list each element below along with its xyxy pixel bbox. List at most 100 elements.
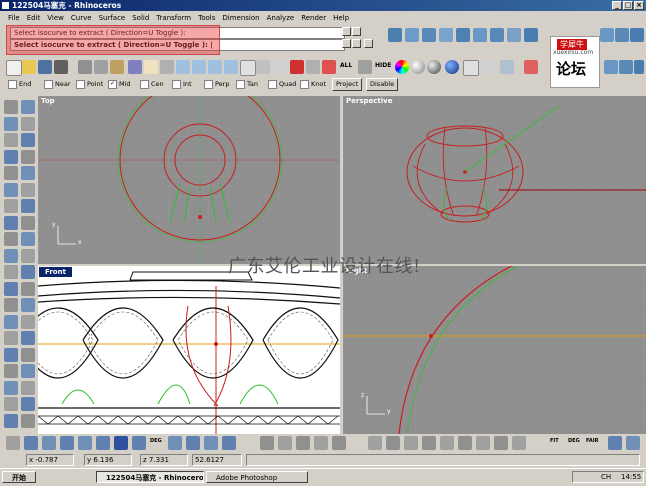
toolbox-tool-22-icon[interactable] <box>21 265 35 279</box>
osnap-int-checkbox[interactable] <box>172 79 181 89</box>
box-icon[interactable] <box>600 28 614 42</box>
toolbox-tool-15-icon[interactable] <box>4 215 18 230</box>
bottom-tool-20-icon[interactable] <box>404 436 418 450</box>
bottom-tool-8-icon[interactable] <box>132 436 146 450</box>
menu-solid[interactable]: Solid <box>132 14 149 22</box>
bottom-tool-15-icon[interactable] <box>296 436 310 450</box>
menu-transform[interactable]: Transform <box>156 14 191 22</box>
viewport-right[interactable]: Right z y <box>343 266 646 434</box>
toolbox-tool-37-icon[interactable] <box>4 397 18 411</box>
zoom-window-icon[interactable] <box>192 60 206 74</box>
properties-icon[interactable] <box>463 60 479 76</box>
toolbox-tool-11-icon[interactable] <box>4 182 18 197</box>
bottom-tool-5-icon[interactable] <box>78 436 92 450</box>
prompt-expand-button[interactable] <box>364 39 373 48</box>
toolbox-tool-24-icon[interactable] <box>21 281 35 296</box>
toolbox-tool-40-icon[interactable] <box>21 413 35 428</box>
network-srf-icon[interactable] <box>473 28 487 42</box>
undo-icon[interactable] <box>128 60 142 74</box>
grid-icon[interactable] <box>272 60 286 74</box>
menu-file[interactable]: File <box>8 14 20 22</box>
osnap-tan[interactable]: Tan <box>236 78 258 90</box>
bottom-tool-6-icon[interactable] <box>96 436 110 450</box>
patch-icon[interactable] <box>490 28 504 42</box>
new-file-icon[interactable] <box>6 60 22 76</box>
osnap-mid-checkbox[interactable]: ✓ <box>108 79 117 89</box>
toolbox-tool-36-icon[interactable] <box>21 380 35 395</box>
sphere-icon[interactable] <box>615 28 629 42</box>
viewport-perspective[interactable]: Perspective <box>343 96 646 264</box>
viewport-top-title[interactable]: Top <box>41 97 55 105</box>
osnap-end-checkbox[interactable] <box>8 79 17 89</box>
surface-tool-icon[interactable] <box>388 28 402 42</box>
bottom-tool-19-icon[interactable] <box>386 436 400 450</box>
close-button[interactable]: × <box>634 1 644 10</box>
toolbox-tool-23-icon[interactable] <box>4 281 18 296</box>
toolbox-tool-13-icon[interactable] <box>4 199 18 213</box>
project-button[interactable]: Project <box>332 78 363 91</box>
bottom-tool-9-icon[interactable] <box>168 436 182 450</box>
menu-tools[interactable]: Tools <box>198 14 215 22</box>
toolbox-tool-19-icon[interactable] <box>4 248 18 263</box>
print-icon[interactable] <box>54 60 68 74</box>
car-select-icon[interactable] <box>290 60 304 74</box>
osnap-cen[interactable]: Cen <box>140 78 164 90</box>
hide-label[interactable]: HIDE <box>375 62 391 69</box>
input-language[interactable]: CH <box>601 472 611 483</box>
toolbox-tool-17-icon[interactable] <box>4 232 18 246</box>
toolbox-tool-18-icon[interactable] <box>21 232 35 246</box>
extrude-icon[interactable] <box>456 28 470 42</box>
bottom-tool-14-icon[interactable] <box>278 436 292 450</box>
menu-edit[interactable]: Edit <box>27 14 41 22</box>
toolbox-tool-38-icon[interactable] <box>21 397 35 411</box>
toolbox-tool-3-icon[interactable] <box>4 116 18 131</box>
bottom-tool-13-icon[interactable] <box>260 436 274 450</box>
osnap-knot[interactable]: Knot <box>300 78 326 90</box>
osnap-int[interactable]: Int <box>172 78 192 90</box>
bottom-tool-1-icon[interactable] <box>6 436 20 450</box>
toolbox-tool-20-icon[interactable] <box>21 248 35 263</box>
toolbox-tool-28-icon[interactable] <box>21 314 35 329</box>
prompt-scroll-up-button[interactable] <box>342 39 351 48</box>
color-wheel-icon[interactable] <box>395 60 409 74</box>
dim-icon[interactable] <box>604 60 618 74</box>
osnap-point-checkbox[interactable] <box>76 79 85 89</box>
fair-label[interactable]: FAIR <box>586 438 598 444</box>
menu-dimension[interactable]: Dimension <box>222 14 259 22</box>
toolbox-tool-16-icon[interactable] <box>21 215 35 230</box>
bottom-tool-21-icon[interactable] <box>422 436 436 450</box>
bottom-tool-16-icon[interactable] <box>314 436 328 450</box>
toolbox-tool-25-icon[interactable] <box>4 298 18 312</box>
toolbox-tool-33-icon[interactable] <box>4 364 18 378</box>
osnap-cen-checkbox[interactable] <box>140 79 149 89</box>
deg-label-1[interactable]: DEG <box>150 438 162 444</box>
toolbox-tool-26-icon[interactable] <box>21 298 35 312</box>
zoom-extents-icon[interactable] <box>208 60 222 74</box>
bottom-tool-7-icon[interactable] <box>114 436 128 450</box>
bottom-tool-24-icon[interactable] <box>476 436 490 450</box>
start-button[interactable]: 开始 <box>2 471 36 483</box>
task-photoshop[interactable]: Adobe Photoshop <box>206 471 308 483</box>
cylinder-icon[interactable] <box>630 28 644 42</box>
toolbox-tool-8-icon[interactable] <box>21 149 35 164</box>
sweep-icon[interactable] <box>422 28 436 42</box>
bottom-tool-27-icon[interactable] <box>608 436 622 450</box>
viewport-front[interactable]: Front <box>38 266 340 434</box>
toolbox-tool-31-icon[interactable] <box>4 347 18 362</box>
bottom-tool-22-icon[interactable] <box>440 436 454 450</box>
osnap-near-checkbox[interactable] <box>44 79 53 89</box>
loft-icon[interactable] <box>405 28 419 42</box>
fit-label[interactable]: FIT <box>550 438 559 444</box>
menu-help[interactable]: Help <box>333 14 349 22</box>
toolbox-tool-21-icon[interactable] <box>4 265 18 279</box>
toolbox-tool-29-icon[interactable] <box>4 331 18 345</box>
pan-hand-icon[interactable] <box>144 60 158 74</box>
viewport-front-title[interactable]: Front <box>39 267 72 277</box>
hide-icon[interactable] <box>358 60 372 74</box>
osnap-tan-checkbox[interactable] <box>236 79 245 89</box>
copy-icon[interactable] <box>94 60 108 74</box>
bottom-tool-10-icon[interactable] <box>186 436 200 450</box>
viewport-perspective-title[interactable]: Perspective <box>346 97 392 105</box>
osnap-perp[interactable]: Perp <box>204 78 230 90</box>
menu-analyze[interactable]: Analyze <box>267 14 295 22</box>
